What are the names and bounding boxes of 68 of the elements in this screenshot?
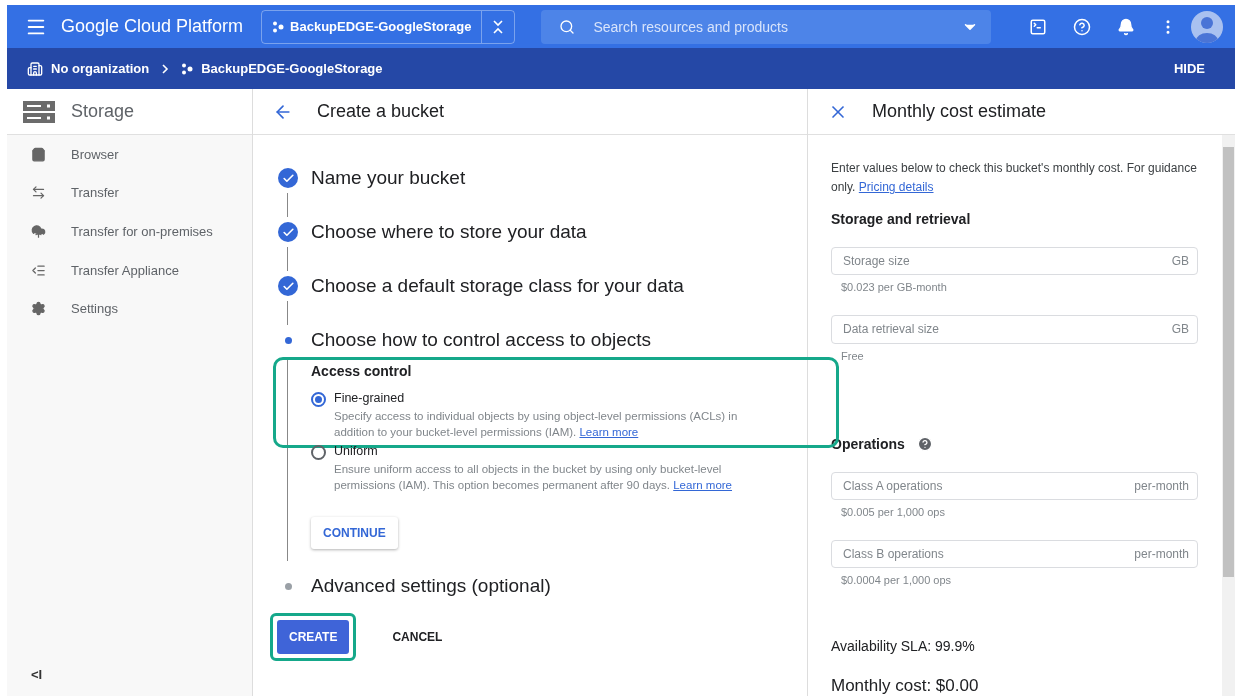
sidebar-item[interactable]: Transfer	[7, 173, 252, 213]
hide-button[interactable]: HIDE	[1167, 60, 1211, 77]
panel-title: Monthly cost estimate	[872, 101, 1047, 122]
option-label[interactable]: Fine-grained	[334, 391, 744, 405]
unit-label: GB	[1171, 322, 1189, 337]
sidebar-item[interactable]: Browser	[7, 135, 252, 174]
pricing-details-link[interactable]: Pricing details	[858, 180, 934, 194]
project-selector[interactable]: BackupEDGE-GoogleStorage	[261, 9, 516, 44]
sidebar-item[interactable]: Transfer for on-premises	[7, 212, 252, 251]
arrows-icon	[31, 185, 46, 201]
sidebar-item[interactable]: Transfer Appliance	[7, 250, 252, 290]
step-title[interactable]: Choose a default storage class for your data	[311, 275, 684, 297]
monthly-cost: Monthly cost: $0.00	[831, 676, 980, 696]
learn-more-link[interactable]: Learn more	[673, 479, 732, 491]
search-bar[interactable]: Search resources and products	[541, 9, 992, 44]
product-name: Google Cloud Platform	[61, 16, 244, 37]
terminal-icon[interactable]	[1029, 17, 1047, 36]
unit-label: per-month	[1134, 546, 1189, 561]
project-icon	[272, 20, 285, 33]
step-title[interactable]: Name your bucket	[311, 167, 466, 189]
collapse-button[interactable]: <I	[31, 667, 43, 682]
help-icon[interactable]	[916, 435, 933, 452]
create-button[interactable]: CREATE	[277, 620, 350, 654]
notifications-icon[interactable]	[1117, 17, 1135, 36]
field-hint: $0.0004 per 1,000 ops	[841, 574, 953, 586]
field-hint: $0.005 per 1,000 ops	[841, 505, 946, 518]
input-box[interactable]: Storage size GB	[831, 247, 1198, 276]
bag-icon	[31, 146, 46, 162]
avatar[interactable]	[1191, 10, 1223, 43]
section-heading: Access control	[311, 363, 413, 379]
breadcrumb-item[interactable]: No organization	[51, 61, 150, 76]
page-title: Create a bucket	[317, 101, 445, 122]
help-icon[interactable]	[1073, 17, 1091, 36]
option-label[interactable]: Uniform	[334, 444, 744, 458]
intro-text: Enter values below to check this bucket's monthly cost. For guidance only. Pricing details	[831, 160, 1198, 196]
settings-icon	[31, 301, 46, 317]
field-hint: Free	[841, 349, 865, 362]
sla-text: Availability SLA: 99.9%	[831, 638, 976, 654]
continue-button[interactable]: CONTINUE	[311, 517, 398, 549]
radio-button[interactable]	[311, 445, 326, 460]
project-icon	[181, 62, 194, 75]
radio-button[interactable]	[311, 392, 326, 407]
sidebar-item[interactable]: Settings	[7, 289, 252, 328]
project-name: BackupEDGE-GoogleStorage	[290, 19, 472, 34]
unit-label: per-month	[1134, 478, 1189, 493]
field-hint: $0.023 per GB-month	[841, 281, 948, 294]
list-icon	[31, 262, 46, 278]
learn-more-link[interactable]: Learn more	[579, 426, 639, 438]
search-field[interactable]: Search resources and products	[591, 17, 946, 36]
option-description: Specify access to individual objects by using object-level permissions (ACLs) in addition to your bucket-level permissions (IAM). Learn more	[334, 409, 739, 440]
search-icon	[559, 18, 576, 35]
chevron-icon	[161, 63, 170, 74]
storage-icon	[23, 100, 55, 123]
scrollbar[interactable]	[1222, 135, 1235, 696]
input-box[interactable]: Class A operations per-month	[831, 471, 1198, 500]
cancel-button[interactable]: CANCEL	[380, 620, 455, 654]
input-box[interactable]: Data retrieval size GB	[831, 315, 1198, 344]
input-box[interactable]: Class B operations per-month	[831, 539, 1198, 568]
step-title[interactable]: Choose where to store your data	[311, 221, 587, 243]
unit-label: GB	[1171, 254, 1189, 269]
building-icon	[27, 60, 43, 77]
section-heading: Storage and retrieval	[831, 211, 971, 227]
section-heading: Operations	[831, 435, 905, 452]
step-title[interactable]: Advanced settings (optional)	[311, 575, 551, 597]
step-title[interactable]: Choose how to control access to objects	[311, 329, 652, 351]
option-description: Ensure uniform access to all objects in the bucket by using only bucket-level permissions (IAM). This option becomes permanent after 90 days. Learn more	[334, 462, 733, 493]
breadcrumb-item[interactable]: BackupEDGE-GoogleStorage	[201, 61, 383, 76]
sidebar-title: Storage	[71, 101, 135, 122]
